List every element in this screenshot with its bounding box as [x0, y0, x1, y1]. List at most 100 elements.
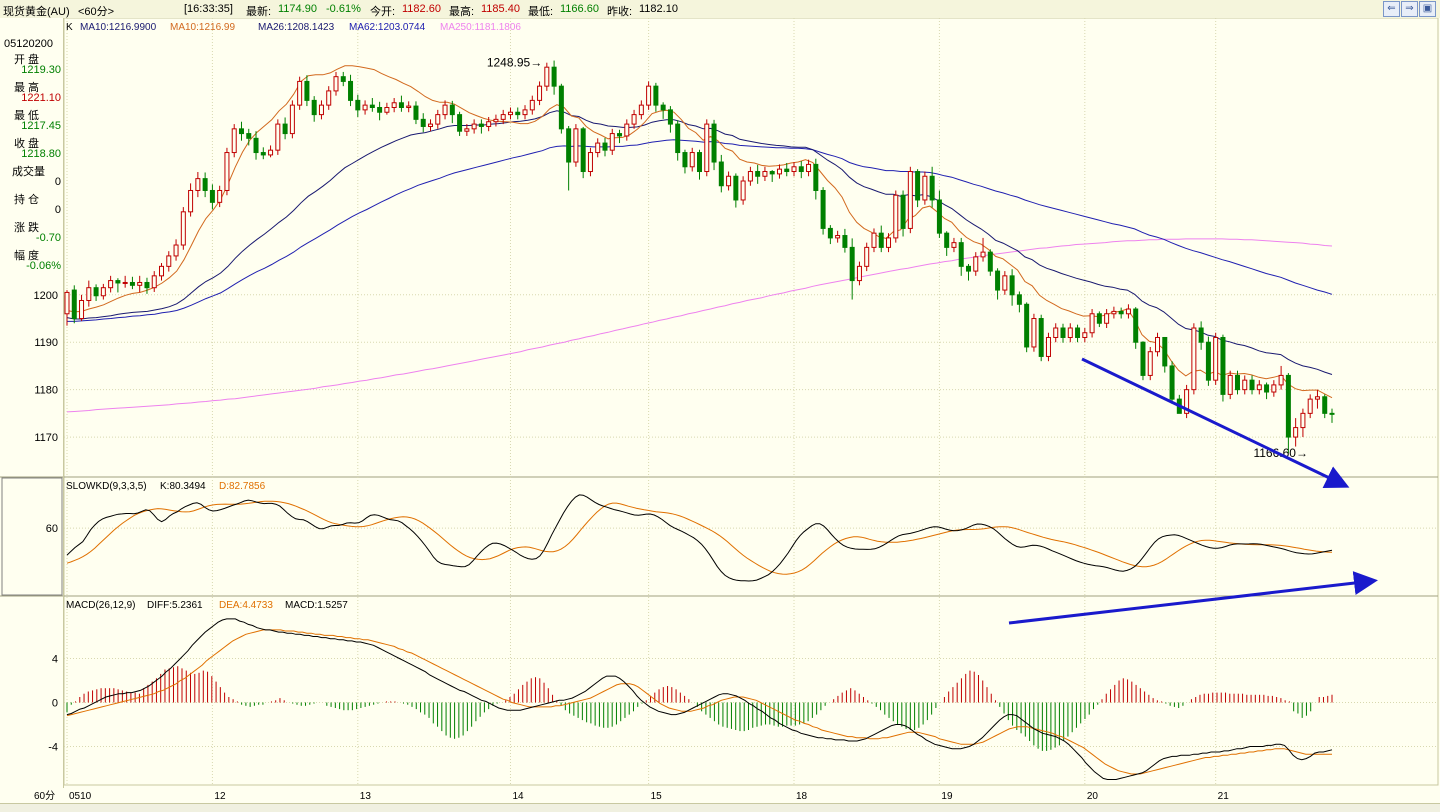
- candle-up: [595, 142, 601, 154]
- candle-down: [566, 128, 572, 163]
- back-icon[interactable]: ⇐: [1383, 1, 1400, 17]
- candle-up: [980, 251, 986, 258]
- bar-info-panel: 05120200 开 盘 1219.30 最 高 1221.10 最 低 121…: [0, 18, 64, 788]
- open-value: 1219.30: [21, 64, 61, 76]
- kline-chart[interactable]: 1170118011901200 1248.95→1166.60→ 60 40-…: [0, 18, 1440, 803]
- candle-up: [776, 168, 782, 175]
- candle-down: [1140, 341, 1146, 376]
- candle-up: [1278, 374, 1284, 386]
- high-label: 最高:: [449, 6, 475, 18]
- candle-up: [573, 128, 579, 163]
- last-price: 1174.90: [278, 3, 317, 15]
- candle-down: [915, 171, 921, 201]
- candle-down: [311, 99, 317, 116]
- ma10-legend-short: MA10:1216.99: [170, 22, 235, 33]
- macd-legend-diff: DIFF:5.2361: [147, 600, 203, 611]
- candle-up: [1213, 336, 1219, 381]
- candle-up: [384, 107, 390, 113]
- candle-down: [478, 123, 484, 127]
- high-price: 1185.40: [481, 3, 520, 15]
- candle-up: [79, 299, 85, 320]
- candle-down: [1322, 396, 1328, 414]
- candle-down: [733, 175, 739, 201]
- hold-value: 0: [54, 204, 61, 216]
- candle-down: [1220, 336, 1226, 395]
- prev-close-label: 昨收:: [607, 6, 633, 18]
- low-label: 最低:: [528, 6, 554, 18]
- candle-down: [449, 104, 455, 116]
- candle-up: [188, 189, 194, 213]
- change-percent: -0.61%: [326, 3, 361, 15]
- candle-up: [1045, 336, 1051, 357]
- candle-up: [435, 114, 441, 125]
- candle-up: [1242, 379, 1248, 391]
- candle-up: [537, 85, 543, 101]
- candle-down: [842, 235, 848, 248]
- candle-down: [667, 109, 673, 125]
- candle-up: [464, 128, 470, 132]
- date-tick-label: 21: [1218, 791, 1230, 802]
- candle-up: [1053, 327, 1059, 338]
- candle-down: [202, 178, 208, 191]
- candle-up: [195, 178, 201, 191]
- date-tick-label: 14: [512, 791, 524, 802]
- candle-down: [238, 128, 244, 135]
- candle-up: [886, 237, 892, 248]
- low-price: 1166.60: [560, 3, 599, 15]
- candle-down: [348, 80, 354, 101]
- candle-down: [827, 227, 833, 239]
- candle-down: [900, 194, 906, 229]
- candle-up: [1125, 308, 1131, 315]
- candle-down: [398, 102, 404, 108]
- candle-up: [922, 175, 928, 201]
- candle-up: [297, 80, 303, 106]
- prev-close-price: 1182.10: [639, 3, 678, 15]
- candle-down: [987, 251, 993, 272]
- candle-up: [1300, 412, 1306, 429]
- candle-down: [929, 175, 935, 201]
- date-tick-label: 18: [796, 791, 808, 802]
- candle-up: [333, 76, 339, 92]
- candle-down: [340, 76, 346, 82]
- candle-up: [951, 242, 957, 248]
- candle-down: [849, 246, 855, 282]
- candle-up: [638, 104, 644, 116]
- candle-up: [391, 102, 397, 108]
- candle-down: [682, 152, 688, 168]
- candle-down: [602, 142, 608, 151]
- candle-up: [100, 287, 106, 297]
- candle-down: [457, 114, 463, 132]
- candle-down: [282, 123, 288, 135]
- candle-up: [1104, 313, 1110, 324]
- candle-up: [108, 280, 114, 289]
- date-tick-label: 19: [941, 791, 953, 802]
- candle-down: [965, 265, 971, 272]
- candle-down: [1234, 374, 1240, 391]
- max-price-label: 1248.95→: [487, 56, 542, 70]
- candle-down: [769, 171, 775, 175]
- kd-legend-name: SLOWKD(9,3,3,5): [66, 481, 147, 492]
- candle-up: [791, 166, 797, 173]
- candle-up: [624, 123, 630, 137]
- candle-down: [1133, 308, 1139, 343]
- candle-up: [806, 163, 812, 173]
- period-label: <60分>: [78, 6, 115, 18]
- hold-label: 持 仓: [14, 194, 40, 206]
- candle-down: [1009, 275, 1015, 296]
- candle-down: [995, 270, 1001, 291]
- candle-down: [1016, 294, 1022, 305]
- candle-down: [1205, 341, 1211, 381]
- candle-up: [231, 128, 237, 154]
- candle-up: [646, 85, 652, 106]
- restore-window-icon[interactable]: ▣: [1419, 1, 1436, 17]
- candle-down: [675, 123, 681, 154]
- candle-up: [500, 114, 506, 120]
- kd-legend-k: K:80.3494: [160, 481, 206, 492]
- candle-down: [711, 123, 717, 163]
- candle-up: [289, 104, 295, 135]
- forward-icon[interactable]: ⇒: [1401, 1, 1418, 17]
- candle-up: [747, 171, 753, 182]
- candle-up: [1307, 398, 1313, 414]
- candle-up: [1089, 313, 1095, 334]
- candle-down: [718, 161, 724, 187]
